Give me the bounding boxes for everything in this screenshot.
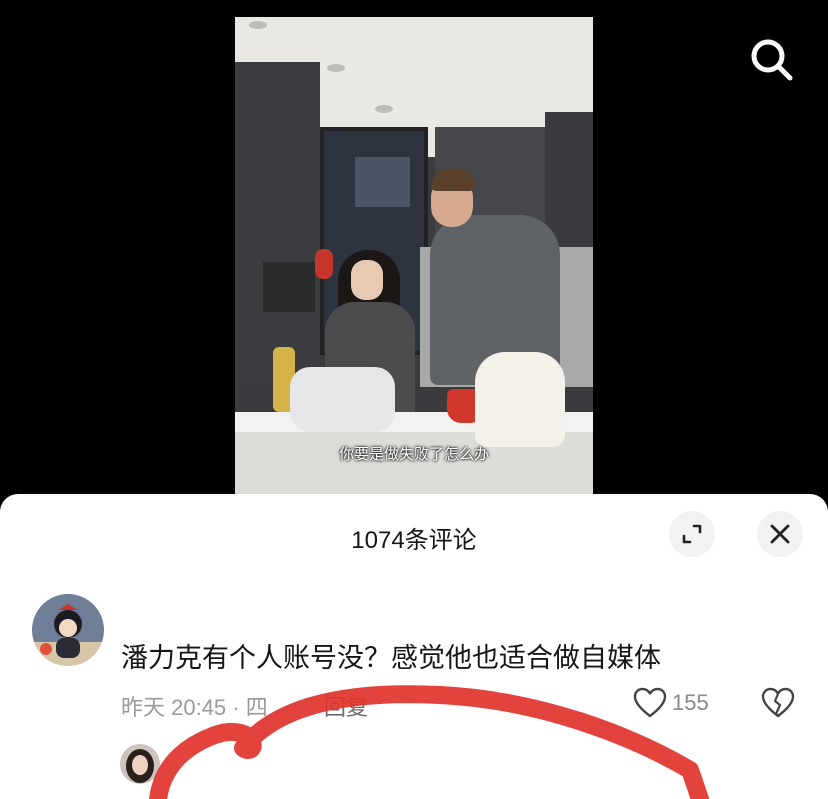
video-scene-cabinet	[235, 62, 320, 382]
avatar-photo	[120, 744, 160, 784]
expand-button[interactable]	[669, 511, 715, 557]
comment-timestamp: 昨天 20:45 · 四	[121, 695, 268, 720]
broken-heart-icon	[761, 687, 795, 718]
heart-icon	[633, 687, 667, 718]
video-scene-light	[249, 21, 267, 29]
reply-author-avatar[interactable]	[120, 744, 160, 784]
video-scene-object	[315, 249, 333, 279]
video-player[interactable]: 你要是做失败了怎么办	[235, 17, 593, 494]
video-scene-bag	[290, 367, 395, 432]
video-person-man-hair	[431, 169, 475, 191]
video-subtitle: 你要是做失败了怎么办	[338, 445, 489, 463]
video-scene-light	[327, 64, 345, 72]
search-icon	[751, 39, 793, 81]
video-person-woman-face	[351, 260, 383, 300]
expand-icon	[682, 524, 702, 544]
like-button[interactable]	[633, 687, 667, 719]
comment-meta: 昨天 20:45 · 四 回复	[121, 690, 368, 722]
like-count: 155	[672, 690, 709, 715]
reply-button[interactable]: 回复	[324, 695, 368, 720]
commenter-avatar[interactable]	[32, 594, 104, 666]
video-scene-shelf	[263, 262, 315, 312]
comment-text: 潘力克有个人账号没？感觉他也适合做自媒体	[121, 643, 661, 673]
close-button[interactable]	[757, 511, 803, 557]
video-scene-light	[375, 105, 393, 113]
search-button[interactable]	[748, 36, 794, 82]
close-icon	[770, 524, 790, 544]
video-scene-window-pane	[355, 157, 410, 207]
dislike-button[interactable]	[761, 687, 795, 719]
avatar-illustration	[32, 594, 104, 666]
video-scene-flour-bag	[475, 352, 565, 447]
comments-sheet: 1074条评论 潘力克有个人账号没？感觉他也适合做自媒体 昨天 20:45 · …	[0, 494, 828, 799]
